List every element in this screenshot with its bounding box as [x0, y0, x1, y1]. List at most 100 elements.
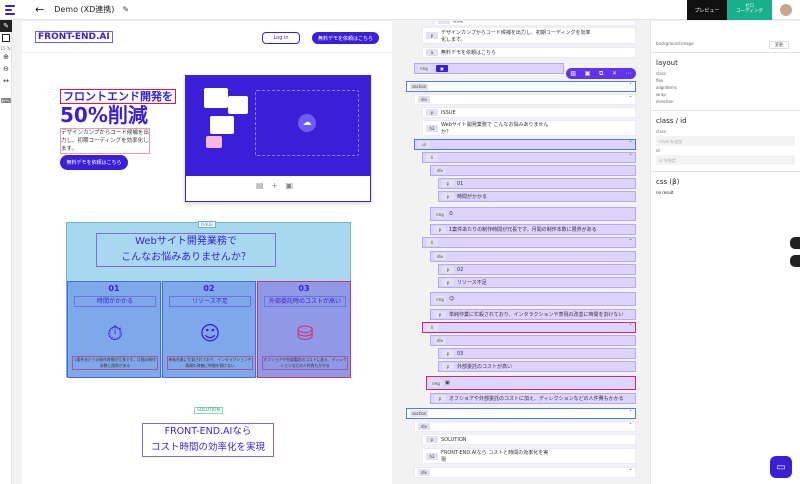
chevron-up-icon[interactable]: ˆ — [629, 423, 632, 430]
trash-icon[interactable]: ✕ — [612, 70, 617, 77]
tree-row[interactable]: p 03 — [438, 348, 636, 359]
more-icon[interactable]: ⋯ — [626, 70, 632, 77]
team-icon[interactable]: ☺ — [191, 316, 229, 350]
hero-headline[interactable]: 50%削減 — [60, 103, 148, 127]
cloud-upload-icon[interactable]: ☁ — [298, 114, 316, 132]
tree-row[interactable]: div — [430, 335, 636, 346]
edit-pencil-icon[interactable]: ✎ — [122, 5, 129, 14]
tree-row[interactable]: p ISSUE — [422, 107, 636, 118]
tree-row[interactable]: p 1案件あたりの制作時間が冗長です。月間の制作本数に限界がある — [430, 224, 636, 235]
site-logo[interactable]: FRONT-END.AI — [35, 31, 113, 43]
issue-card-2[interactable]: 02 リソース不足 ☺ 単純作業に忙殺されており、インタラクションや表現の改善に… — [162, 281, 256, 378]
tree-row[interactable]: li ˆ — [422, 322, 636, 333]
coins-icon[interactable]: ⛁ — [286, 316, 324, 350]
class-input[interactable]: class を追加 — [656, 136, 795, 146]
tree-row[interactable]: div ˆ — [414, 467, 636, 478]
login-button[interactable]: Log in — [262, 32, 300, 44]
hero-cta-button[interactable]: 無料デモを依頼はこちら — [60, 155, 128, 170]
back-arrow-icon[interactable]: ← — [35, 3, 44, 16]
image-replace-icon[interactable]: ▧ — [570, 70, 576, 77]
tree-row[interactable]: li ˆ — [422, 237, 636, 248]
tree-row[interactable]: p SOLUTION — [422, 434, 636, 445]
tree-row[interactable]: li ˆ — [422, 152, 636, 163]
chat-bubble-icon[interactable]: ▭ — [770, 456, 792, 478]
tree-row-text: デザインカンプからコード候補を出力し、初期コーディングを効率化します。 — [441, 29, 591, 43]
hero-title[interactable]: フロントエンド開発を — [60, 89, 176, 104]
chevron-up-icon[interactable]: ˆ — [629, 83, 632, 90]
frame-tool-icon[interactable] — [2, 34, 10, 42]
chevron-up-icon[interactable]: ˆ — [629, 324, 632, 331]
chevron-up-icon[interactable]: ˆ — [629, 410, 632, 417]
tree-row[interactable]: div ˆ — [414, 421, 636, 432]
tree-row-tag: p — [426, 436, 438, 443]
code-export-button[interactable]: ゼロ コーディング — [727, 0, 772, 20]
tree-row[interactable]: p 01 — [438, 178, 636, 189]
tree-row-text: 外部委託のコストが高い — [457, 364, 513, 370]
tree-row[interactable]: p 外部委託のコストが高い — [438, 361, 636, 372]
keyboard-icon[interactable]: ⌨ — [0, 95, 12, 107]
tree-row[interactable]: div — [430, 251, 636, 262]
change-image-button[interactable]: 変更 — [769, 41, 789, 49]
chevron-up-icon[interactable]: ˆ — [629, 469, 632, 476]
image-fit-icon[interactable]: ▣ — [585, 70, 591, 77]
design-canvas[interactable]: FRONT-END.AI Log in 無料デモを依頼はこちら フロントエンド開… — [22, 21, 392, 484]
tree-row[interactable]: img ⏱ — [430, 207, 636, 221]
pen-tool-icon[interactable]: ✎ — [0, 20, 12, 32]
tree-row[interactable]: h2 FRONT-END.AIなら コストと時間の効率化を実現 — [422, 448, 636, 464]
id-label: id — [656, 148, 660, 153]
issue-title[interactable]: Webサイト開発業務で こんなお悩みありませんか？ — [96, 233, 276, 267]
tree-row[interactable]: 削減 — [434, 21, 636, 26]
stopwatch-icon[interactable]: ⏱ — [96, 316, 134, 350]
tree-row-tag — [438, 21, 450, 24]
tree-row[interactable]: div — [430, 165, 636, 176]
chevron-up-icon[interactable]: ˆ — [629, 154, 632, 161]
left-toolbar: ✎ 15 % ⊕ ⊖ ↔ ⌨ — [0, 20, 12, 484]
solution-title[interactable]: FRONT-END.AIなら コスト時間の効率化を実現 — [142, 423, 274, 457]
tree-row[interactable]: img ☺ — [430, 292, 636, 306]
chevron-up-icon[interactable]: ˆ — [629, 96, 632, 103]
hero-subtext[interactable]: デザインカンプからコード候補を出力し、初期コーディングを効率化します。 — [60, 128, 150, 154]
tree-row[interactable]: ul ˆ — [414, 139, 636, 150]
chevron-up-icon[interactable]: ˆ — [629, 141, 632, 148]
image-crop-icon[interactable]: ⧉ — [599, 70, 603, 78]
tree-row[interactable]: a 無料デモを依頼はこちら — [422, 47, 636, 58]
tree-row-text: 02 — [457, 266, 464, 273]
menu-logo-icon[interactable] — [5, 3, 19, 17]
tree-row-text: 削減 — [453, 21, 464, 24]
tree-row[interactable]: p オフショアや外部委託のコストに加え、ディレクションなどの人件費もかかる — [430, 393, 636, 404]
id-input[interactable]: id を指定 — [656, 155, 795, 165]
tree-row-selected[interactable]: img ▣ — [414, 63, 564, 74]
tree-row[interactable]: p 02 — [438, 264, 636, 275]
tree-row[interactable]: div ˆ — [414, 94, 636, 105]
tree-row-tag: img — [418, 65, 430, 72]
tree-row[interactable]: p リソース不足 — [438, 277, 636, 288]
tree-row-text: ISSUE — [441, 109, 456, 116]
zoom-in-icon[interactable]: ⊕ — [0, 51, 12, 63]
tree-row[interactable]: section ˆ — [406, 81, 636, 92]
preview-button[interactable]: プレビュー — [687, 0, 727, 20]
issue-label[interactable]: ISSUE — [198, 221, 216, 228]
tree-row[interactable]: section ˆ — [406, 408, 636, 419]
css-heading: css (β) — [656, 178, 680, 186]
side-tab-icon[interactable] — [790, 237, 800, 249]
card-title: 時間がかかる — [74, 296, 156, 307]
issue-card-3[interactable]: 03 外部委託時のコストが高い ⛁ オフショアや外部委託のコストに加え、ディレク… — [257, 281, 351, 378]
tree-row[interactable]: p デザインカンプからコード候補を出力し、初期コーディングを効率化します。 — [422, 27, 636, 44]
solution-label[interactable]: SOLUTION — [194, 407, 223, 414]
hero-image-frame[interactable]: ☁ ▤ + ▣ — [185, 75, 371, 202]
fit-width-icon[interactable]: ↔ — [0, 75, 12, 87]
tree-row[interactable]: p 単純作業に忙殺されており、インタラクションや表現の改善に時間を割けない — [430, 309, 636, 320]
chevron-up-icon[interactable]: ˆ — [629, 239, 632, 246]
upload-dropzone[interactable]: ☁ — [255, 90, 359, 156]
card-text: 1案件あたりの制作時間が冗長です。月間の制作本数に限界がある — [72, 356, 158, 370]
nav-cta-button[interactable]: 無料デモを依頼はこちら — [312, 32, 379, 44]
zoom-out-icon[interactable]: ⊖ — [0, 63, 12, 75]
divider — [651, 110, 800, 111]
tree-row-tag: p — [442, 193, 454, 200]
tree-row[interactable]: h2 Webサイト開発業務で こんなお悩みありませんか？ — [422, 120, 636, 136]
tree-row[interactable]: img ▣ — [426, 376, 636, 390]
avatar[interactable] — [779, 3, 793, 17]
issue-card-1[interactable]: 01 時間がかかる ⏱ 1案件あたりの制作時間が冗長です。月間の制作本数に限界が… — [67, 281, 161, 378]
side-tab-icon[interactable] — [790, 255, 800, 267]
tree-row[interactable]: p 時間がかかる — [438, 191, 636, 202]
